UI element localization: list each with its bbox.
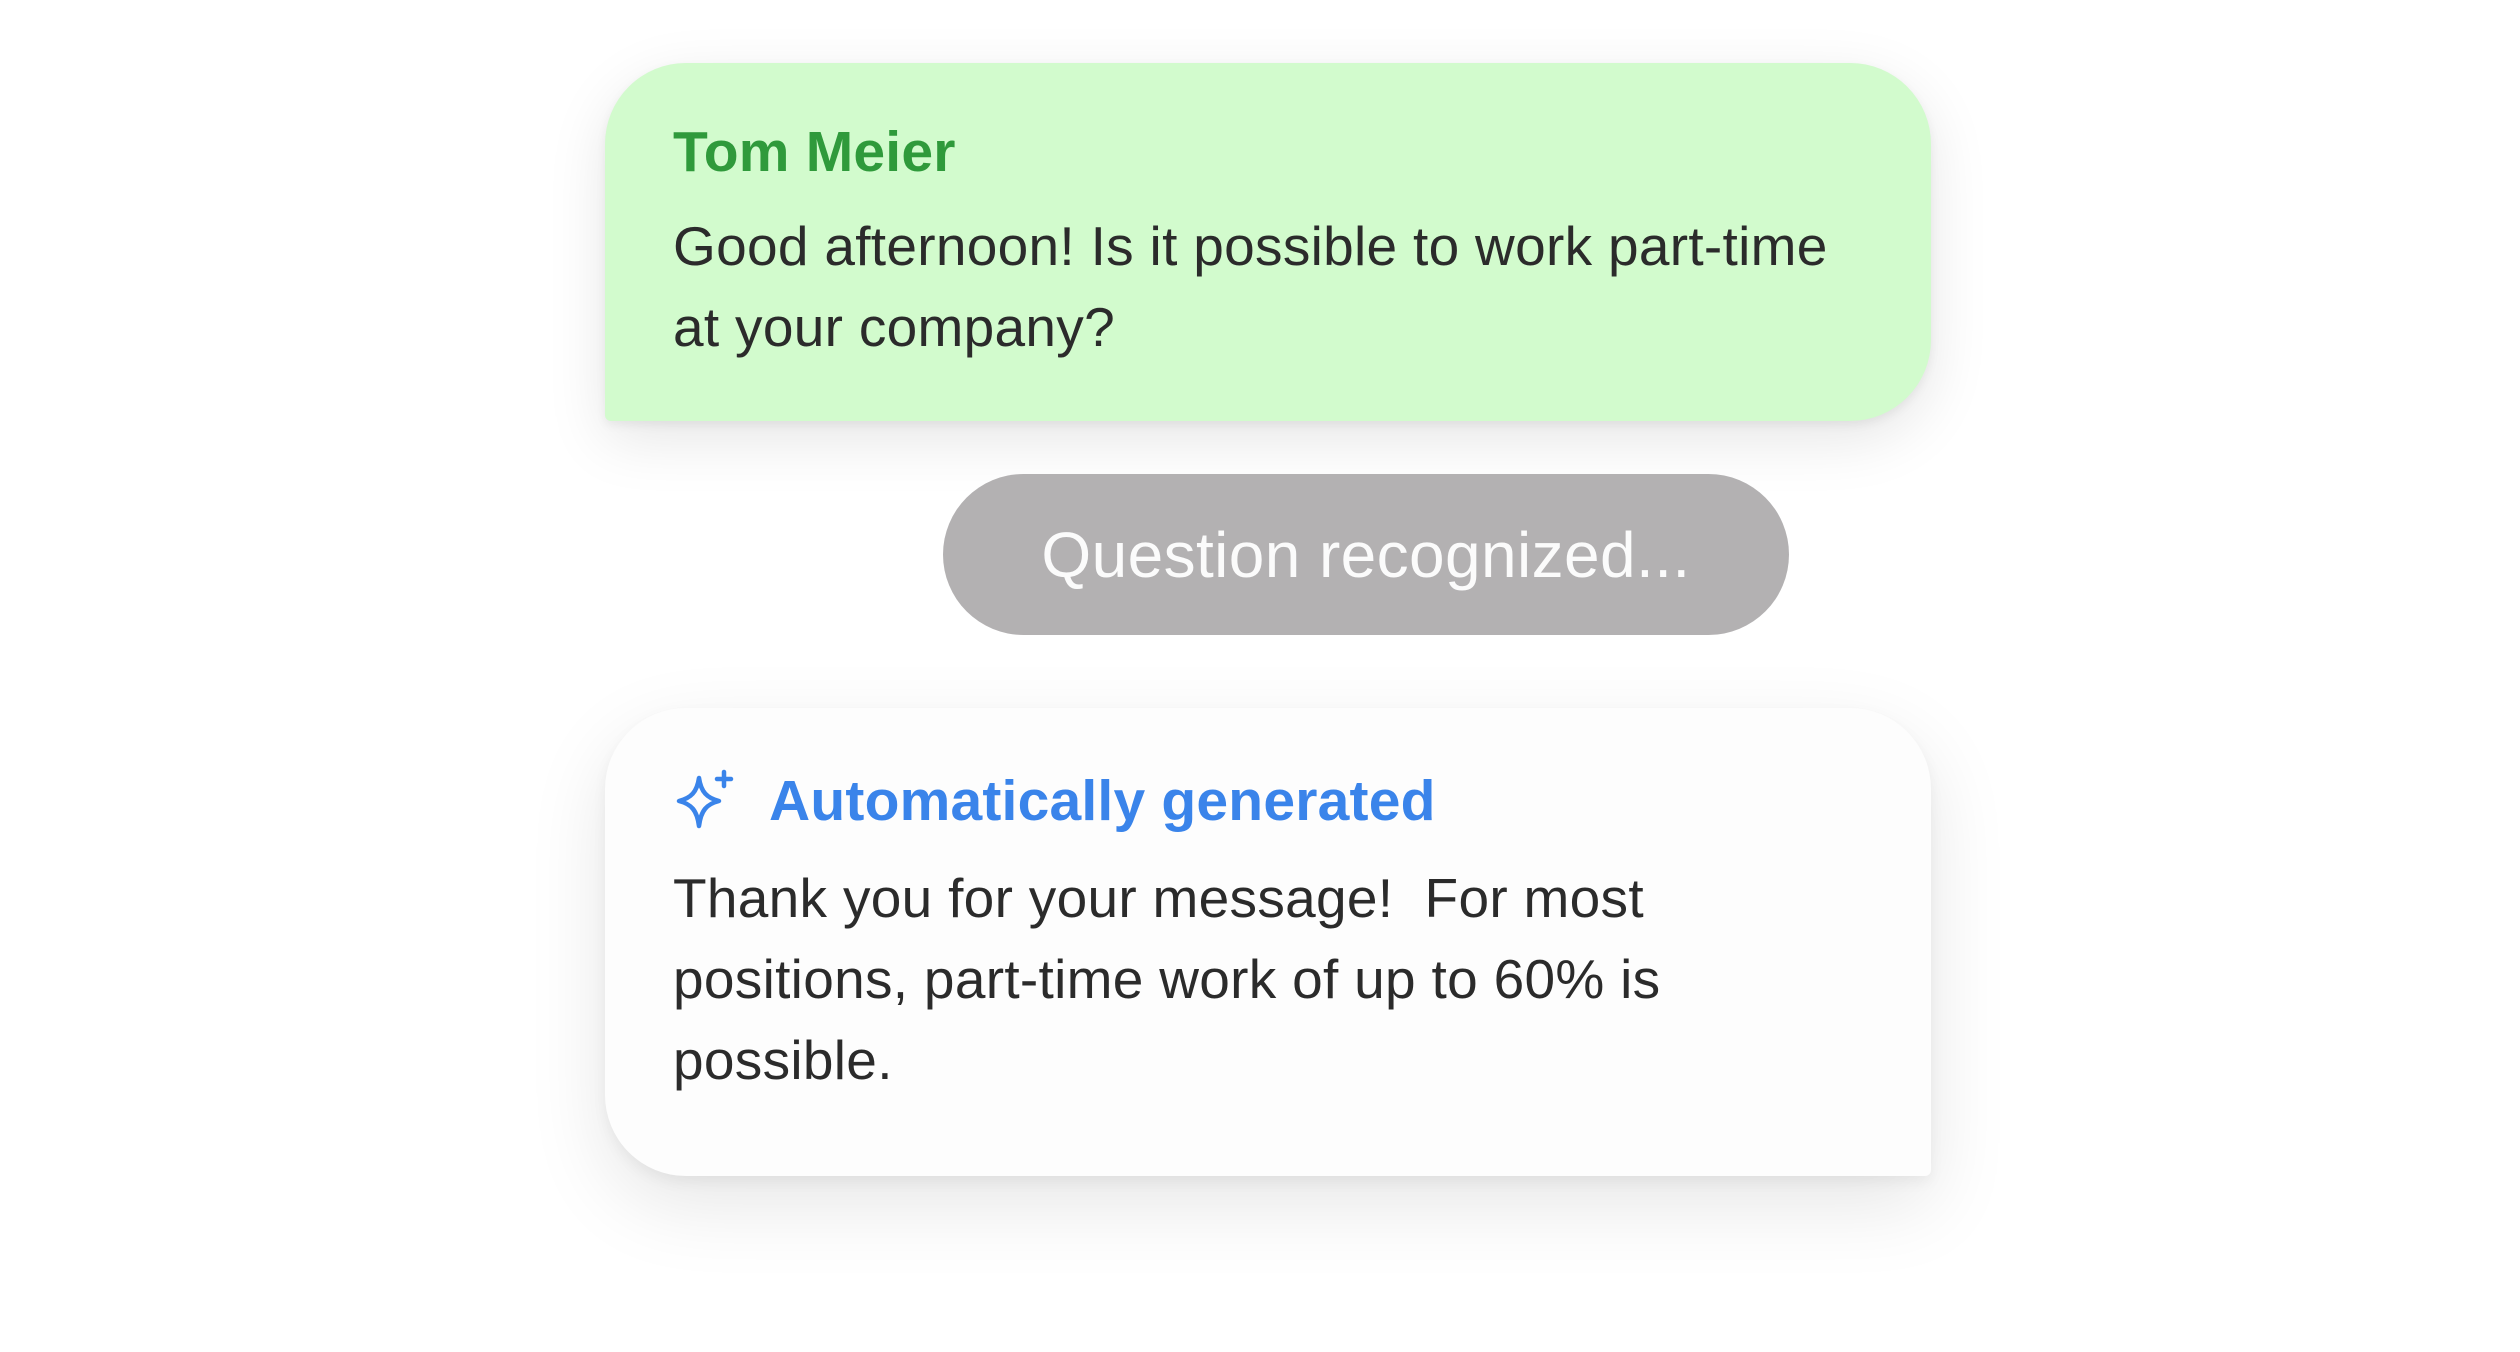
chat-stage: Tom Meier Good afternoon! Is it possible… <box>0 0 2520 1352</box>
sender-name: Tom Meier <box>673 120 956 184</box>
sparkle-icon <box>673 768 739 834</box>
incoming-message-bubble: Tom Meier Good afternoon! Is it possible… <box>605 63 1931 421</box>
status-pill: Question recognized... <box>943 474 1789 635</box>
reply-header: Automatically generated <box>673 768 1863 834</box>
reply-text: Thank you for your message! For most pos… <box>673 867 1677 1091</box>
incoming-message-text: Good afternoon! Is it possible to work p… <box>673 215 1828 359</box>
auto-reply-card: Automatically generated Thank you for yo… <box>605 708 1931 1176</box>
status-text: Question recognized... <box>1041 518 1691 591</box>
auto-generated-label: Automatically generated <box>769 769 1436 833</box>
